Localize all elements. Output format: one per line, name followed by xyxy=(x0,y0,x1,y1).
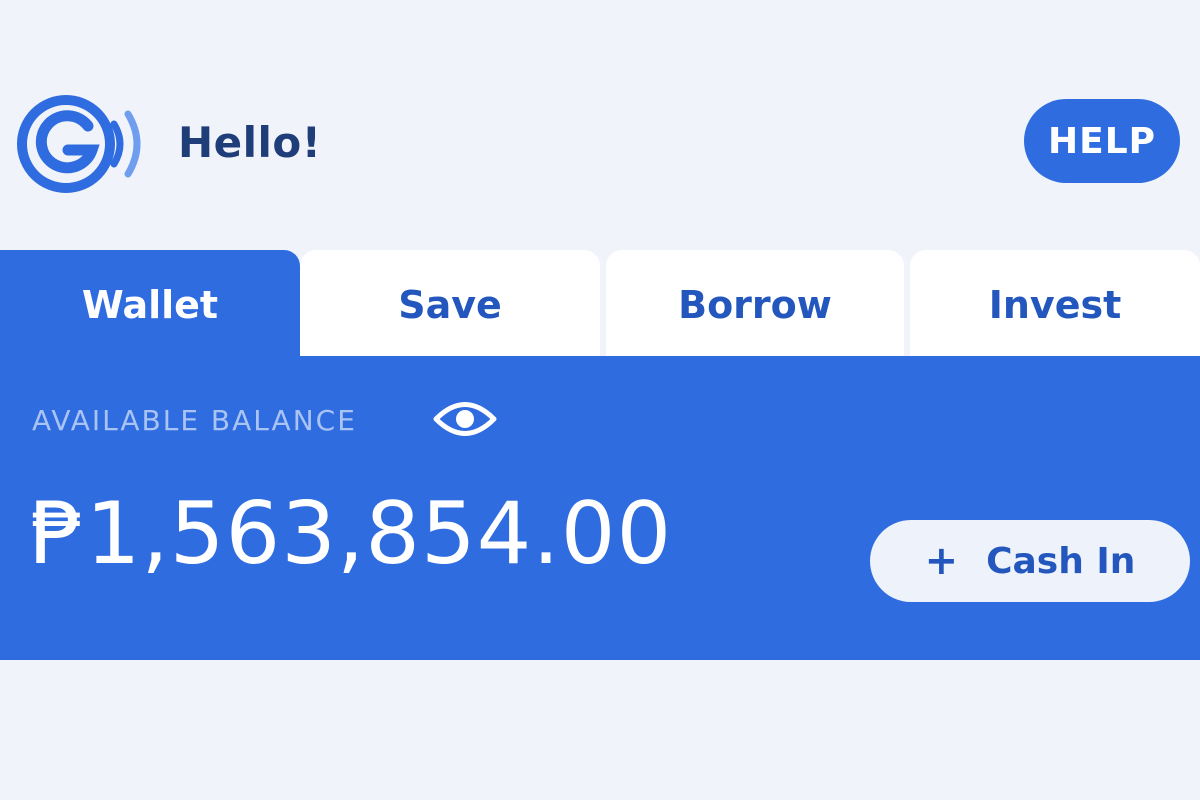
cash-in-button[interactable]: + Cash In xyxy=(870,520,1190,602)
tab-wallet[interactable]: Wallet xyxy=(0,250,300,360)
tab-invest[interactable]: Invest xyxy=(910,250,1200,360)
tab-borrow[interactable]: Borrow xyxy=(606,250,904,360)
balance-amount: ₱1,563,854.00 xyxy=(30,484,673,584)
tab-save[interactable]: Save xyxy=(300,250,600,360)
bottom-area xyxy=(0,660,1200,800)
cash-in-label: Cash In xyxy=(986,540,1136,582)
eye-icon[interactable] xyxy=(432,396,498,442)
g-signal-logo-icon xyxy=(17,95,141,193)
app-screen: Hello! HELP Wallet Save Borrow Invest AV… xyxy=(0,0,1200,800)
balance-label: AVAILABLE BALANCE xyxy=(32,404,357,437)
greeting-text: Hello! xyxy=(178,118,322,167)
header: Hello! HELP xyxy=(0,0,1200,250)
plus-icon: + xyxy=(924,538,959,584)
help-button[interactable]: HELP xyxy=(1024,99,1180,183)
wallet-panel: AVAILABLE BALANCE ₱1,563,854.00 + Cash I… xyxy=(0,356,1200,660)
